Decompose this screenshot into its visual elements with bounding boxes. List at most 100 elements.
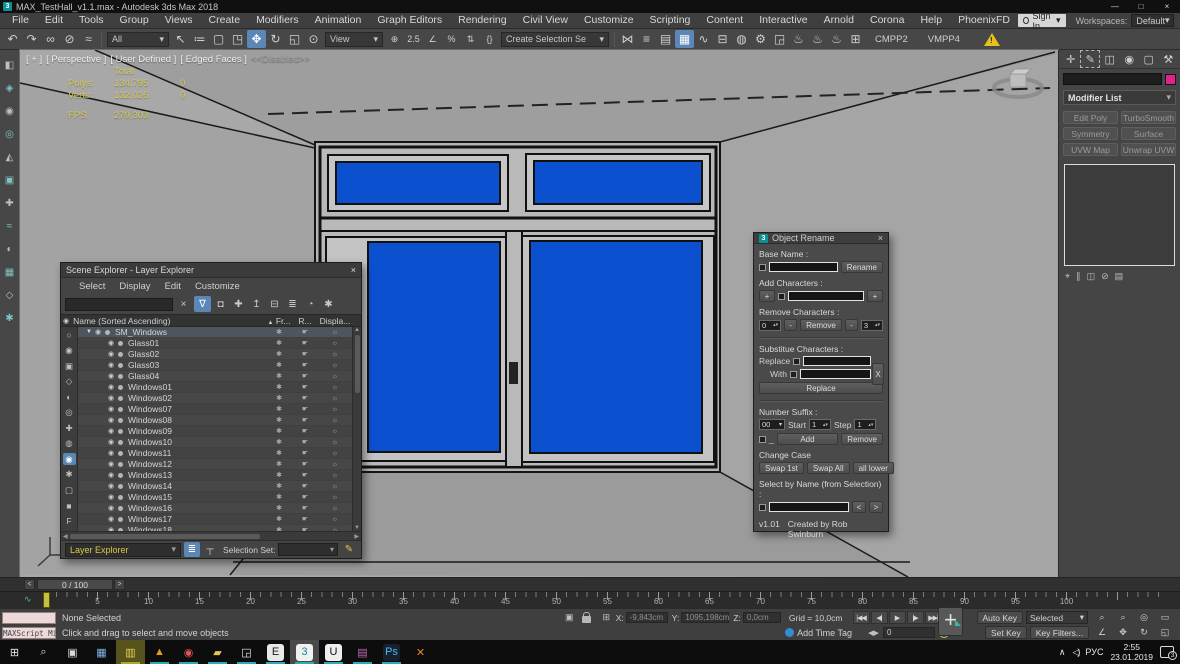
visibility-eye-icon[interactable]: ◉ — [108, 383, 118, 391]
cmpp2-label[interactable]: CMPP2 — [875, 34, 908, 45]
menu-item[interactable]: Arnold — [816, 13, 862, 28]
edit-selection-set-icon[interactable]: ✎ — [341, 542, 357, 557]
visibility-eye-icon[interactable]: ◉ — [108, 394, 118, 402]
display-toggle-icon[interactable]: ☼ — [318, 351, 352, 358]
scene-explorer-titlebar[interactable]: Scene Explorer - Layer Explorer × — [61, 263, 361, 278]
filter-lights-icon[interactable]: ◐ — [63, 391, 76, 403]
object-row[interactable]: ▼ ◉ Windows07 ✱ ☛ ☼ — [78, 404, 352, 415]
visibility-eye-icon[interactable]: ◉ — [108, 471, 118, 479]
object-row[interactable]: ▼ ◉ Windows15 ✱ ☛ ☼ — [78, 492, 352, 503]
scene-explorer-menu-item[interactable]: Edit — [158, 281, 188, 292]
display-toggle-icon[interactable]: ☼ — [318, 428, 352, 435]
render-toggle-icon[interactable]: ☛ — [292, 449, 318, 457]
freeze-toggle-icon[interactable]: ✱ — [266, 493, 292, 501]
app-photos[interactable]: ▦ — [87, 640, 116, 664]
render-production-icon[interactable]: ♨ — [789, 30, 808, 48]
app-x[interactable]: ✕ — [406, 640, 435, 664]
select-object-icon[interactable]: ↖ — [171, 30, 190, 48]
column-name[interactable]: Name (Sorted Ascending) — [73, 316, 170, 326]
snap-settings-icon[interactable]: ◇ — [3, 288, 17, 302]
shapes-icon[interactable]: ◭ — [3, 150, 17, 164]
display-toggle-icon[interactable]: ☼ — [318, 384, 352, 391]
grids-icon[interactable]: ▦ — [3, 265, 17, 279]
tab-create[interactable]: ✛ — [1062, 51, 1080, 67]
menu-item[interactable]: Corona — [862, 13, 912, 28]
remove-suffix-button[interactable]: Remove — [841, 433, 883, 445]
scrollbar-thumb[interactable] — [70, 534, 260, 539]
remove-button[interactable]: Remove — [800, 319, 842, 331]
unlink-selection-icon[interactable]: ⊘ — [60, 30, 79, 48]
menu-item[interactable]: PhoenixFD — [950, 13, 1018, 28]
auto-key-button[interactable]: Auto Key — [977, 611, 1024, 624]
layout-tab-icon[interactable]: ◧ — [3, 58, 17, 72]
app-daz[interactable]: ▲ — [145, 640, 174, 664]
visibility-eye-icon[interactable]: ◉ — [108, 361, 118, 369]
add-to-layer-icon[interactable]: ↥ — [248, 296, 265, 312]
filter-geometry-icon[interactable]: ▣ — [63, 360, 76, 372]
zoom-all-icon[interactable]: ⌕ — [1113, 611, 1133, 624]
select-next-button[interactable]: > — [869, 501, 883, 513]
render-toggle-icon[interactable]: ☛ — [292, 460, 318, 468]
select-filter-icon[interactable]: ∇ — [194, 296, 211, 312]
schematic-view-icon[interactable]: ⊟ — [713, 30, 732, 48]
z-coordinate-field[interactable]: 0,0cm — [743, 612, 781, 623]
column-display[interactable]: Displa... — [318, 316, 352, 326]
object-row[interactable]: ▼ ◉ Glass03 ✱ ☛ ☼ — [78, 360, 352, 371]
object-row[interactable]: ▼ ◉ Windows14 ✱ ☛ ☼ — [78, 481, 352, 492]
notification-center-icon[interactable]: 3 — [1160, 646, 1174, 658]
select-and-move-icon[interactable]: ✥ — [247, 30, 266, 48]
go-to-start-icon[interactable]: |◀◀ — [853, 611, 870, 624]
app-archive[interactable]: ▤ — [348, 640, 377, 664]
remove-last-button[interactable]: - — [845, 319, 858, 331]
scrollbar-thumb[interactable] — [355, 335, 360, 393]
activeshade-icon[interactable]: ♨ — [827, 30, 846, 48]
create-new-layer-icon[interactable]: ✚ — [230, 296, 247, 312]
filter-xrefs-icon[interactable]: ■ — [63, 500, 76, 512]
display-toggle-icon[interactable]: ☼ — [318, 417, 352, 424]
spinner-snap-icon[interactable]: ⇅ — [461, 30, 480, 48]
menu-item[interactable]: Views — [157, 13, 201, 28]
explorer-mode-dropdown[interactable]: Layer Explorer ▾ — [65, 543, 181, 557]
make-unique-icon[interactable]: ◫ — [1087, 271, 1096, 282]
use-pivot-center-icon[interactable]: ⊕ — [385, 30, 404, 48]
viewport-label-segment[interactable]: [ Perspective ] — [46, 54, 106, 65]
time-slider[interactable]: 0 / 100 — [37, 579, 113, 590]
x-coordinate-field[interactable]: -9,843cm — [626, 612, 668, 623]
render-toggle-icon[interactable]: ☛ — [292, 504, 318, 512]
horizontal-scrollbar[interactable]: ◀ ▶ — [61, 531, 361, 540]
menu-item[interactable]: File — [4, 13, 37, 28]
freeze-toggle-icon[interactable]: ✱ — [266, 328, 292, 336]
freeze-toggle-icon[interactable]: ✱ — [266, 405, 292, 413]
render-setup-icon[interactable]: ⚙ — [751, 30, 770, 48]
visibility-eye-icon[interactable]: ◉ — [108, 405, 118, 413]
object-name-input[interactable] — [1063, 73, 1162, 85]
play-icon[interactable]: ▶ — [889, 611, 906, 624]
hide-filter-icon[interactable]: ◔ — [302, 296, 319, 312]
percent-snap-icon[interactable]: % — [442, 30, 461, 48]
filter-all-icon[interactable]: ○ — [63, 329, 76, 341]
scene-explorer-menu-item[interactable]: Select — [72, 281, 112, 292]
lights-icon[interactable]: ◉ — [3, 104, 17, 118]
y-coordinate-field[interactable]: 1095,198cm — [681, 612, 729, 623]
render-iterative-icon[interactable]: ♨ — [808, 30, 827, 48]
object-color-swatch[interactable] — [1165, 74, 1176, 85]
visibility-eye-icon[interactable]: ◉ — [108, 350, 118, 358]
remove-first-button[interactable]: - — [784, 319, 797, 331]
scroll-left-icon[interactable]: ◀ — [63, 533, 68, 540]
rename-dialog-titlebar[interactable]: 3 Object Rename × — [754, 233, 888, 244]
render-toggle-icon[interactable]: ☛ — [292, 438, 318, 446]
close-icon[interactable]: × — [878, 233, 883, 243]
configure-modifier-sets-icon[interactable]: ▤ — [1115, 271, 1124, 282]
mirror-icon[interactable]: ⋈ — [618, 30, 637, 48]
freeze-toggle-icon[interactable]: ✱ — [266, 482, 292, 490]
rectangular-selection-region-icon[interactable]: ▢ — [209, 30, 228, 48]
menu-item[interactable]: Civil View — [515, 13, 576, 28]
layer-mode-icon[interactable]: ≣ — [184, 542, 200, 557]
filter-helpers-icon[interactable]: ✚ — [63, 422, 76, 434]
zoom-icon[interactable]: ⌕ — [1092, 611, 1112, 624]
search-button[interactable]: ⌕ — [29, 640, 58, 664]
redo-icon[interactable]: ↷ — [22, 30, 41, 48]
frame-step-icons[interactable]: ◀▶ — [866, 626, 881, 639]
selection-set-dropdown[interactable]: ▾ — [278, 543, 338, 556]
window-crossing-icon[interactable]: ◳ — [228, 30, 247, 48]
